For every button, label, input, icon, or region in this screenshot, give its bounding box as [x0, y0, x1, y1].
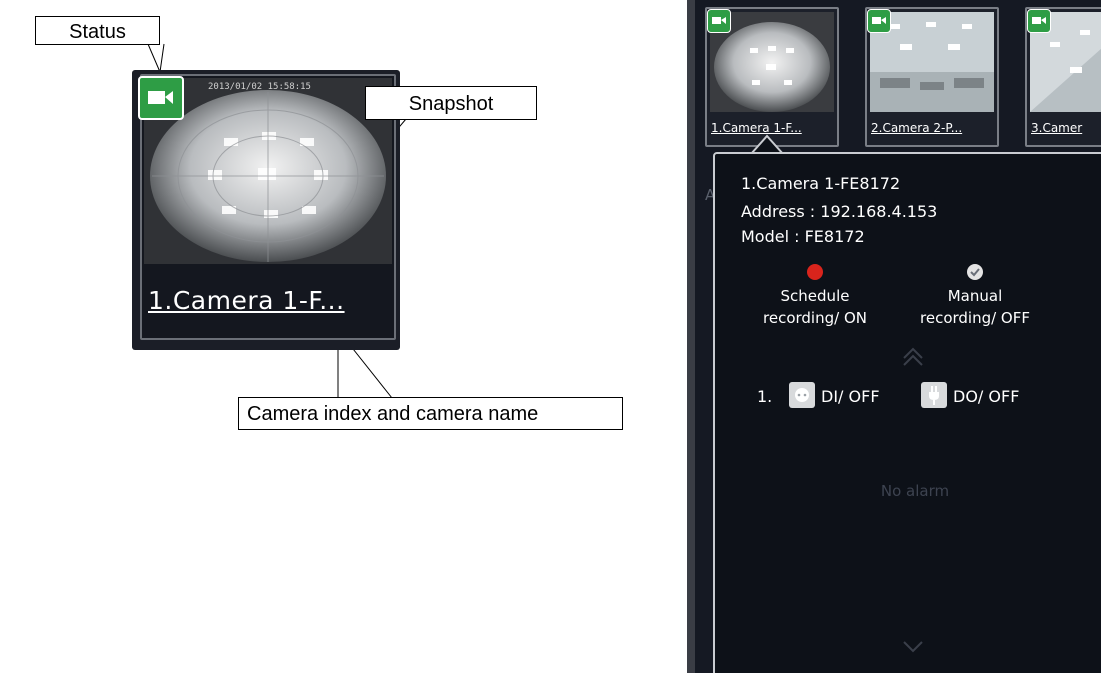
video-camera-icon — [712, 17, 726, 24]
camera-index-name-link[interactable]: 1.Camera 1-F... — [148, 286, 345, 315]
io-index: 1. — [757, 387, 773, 406]
camera-name-link[interactable]: 1.Camera 1-F... — [711, 121, 802, 135]
status-indicator[interactable] — [1027, 9, 1051, 33]
schedule-recording-status: recording/ ON — [763, 309, 867, 327]
snapshot-timestamp: 2013/01/02 15:58:15 — [208, 82, 311, 92]
camera-thumbnail-detail[interactable]: 2013/01/02 15:58:15 1.Camera 1-F... — [132, 70, 400, 350]
status-callout: Status — [35, 16, 160, 45]
popup-camera-name: 1.Camera 1-FE8172 — [741, 174, 901, 193]
camera-thumbnail-2[interactable]: 2.Camera 2-P... — [865, 7, 999, 147]
scroll-down-chevron-icon[interactable] — [900, 636, 926, 658]
snapshot-callout: Snapshot — [365, 86, 537, 120]
digital-output-plug-icon[interactable] — [921, 382, 947, 408]
status-indicator[interactable] — [867, 9, 891, 33]
video-camera-icon — [148, 91, 173, 104]
manual-recording-label: Manual — [947, 287, 1003, 305]
schedule-recording-indicator-icon[interactable] — [807, 264, 823, 280]
digital-input-icon[interactable] — [789, 382, 815, 408]
manual-recording-check-icon[interactable] — [967, 264, 983, 280]
scroll-up-chevron-icon[interactable] — [900, 342, 926, 368]
camera-thumbnail-1[interactable]: 1.Camera 1-F... — [705, 7, 839, 147]
do-status-label: DO/ OFF — [953, 387, 1020, 406]
camera-name-link[interactable]: 3.Camer — [1031, 121, 1082, 135]
panel-scrollbar-strip[interactable] — [687, 0, 695, 673]
manual-recording-status: recording/ OFF — [920, 309, 1030, 327]
camera-list-panel: 1.Camera 1-F... 2.Camera 2-P... 3.Camer … — [687, 0, 1101, 673]
video-camera-icon — [872, 17, 886, 24]
status-indicator[interactable] — [707, 9, 731, 33]
camera-thumbnail-3[interactable]: 3.Camer — [1025, 7, 1101, 147]
schedule-recording-label: Schedule — [780, 287, 850, 305]
no-alarm-message: No alarm — [880, 482, 950, 500]
status-indicator[interactable] — [138, 76, 184, 120]
camera-index-name-callout: Camera index and camera name — [238, 397, 623, 430]
di-status-label: DI/ OFF — [821, 387, 880, 406]
camera-name-link[interactable]: 2.Camera 2-P... — [871, 121, 962, 135]
popup-address: Address : 192.168.4.153 — [741, 202, 938, 221]
popup-model: Model : FE8172 — [741, 227, 865, 246]
camera-info-popup: 1.Camera 1-FE8172 Address : 192.168.4.15… — [713, 152, 1101, 673]
video-camera-icon — [1032, 17, 1046, 24]
